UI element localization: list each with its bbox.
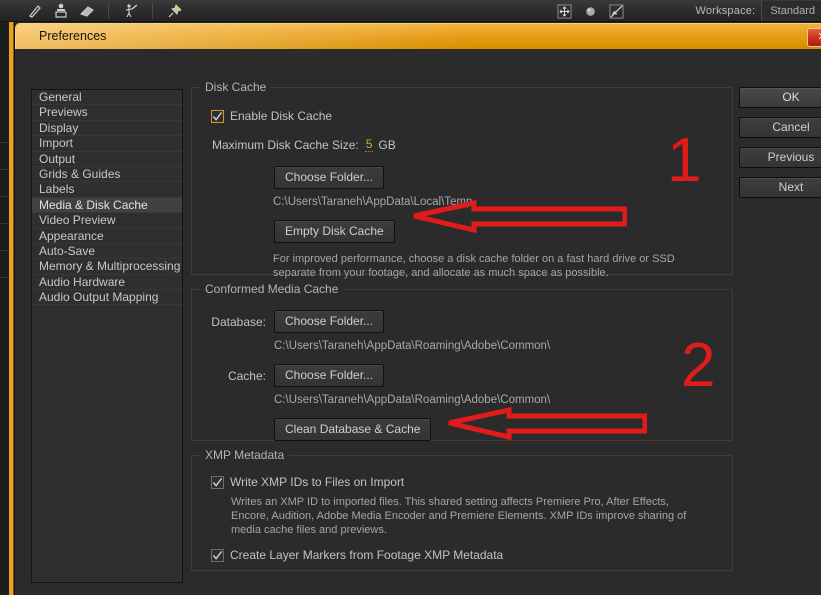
sidebar-item-video-preview[interactable]: Video Preview: [32, 213, 182, 229]
database-row: Database: Choose Folder...: [204, 310, 720, 333]
sidebar-empty-area: [32, 305, 182, 576]
next-button[interactable]: Next: [739, 177, 821, 198]
sphere-icon[interactable]: [582, 3, 599, 20]
workspace-control[interactable]: Workspace: Standard: [695, 0, 821, 22]
cache-row: Cache: Choose Folder...: [204, 364, 720, 387]
close-icon[interactable]: ✕: [807, 28, 821, 47]
enable-disk-cache-label: Enable Disk Cache: [230, 109, 333, 123]
sidebar-item-import[interactable]: Import: [32, 136, 182, 152]
sidebar-item-general[interactable]: General: [32, 90, 182, 106]
database-label: Database:: [211, 314, 266, 329]
cancel-button[interactable]: Cancel: [739, 117, 821, 138]
ok-button[interactable]: OK: [739, 87, 821, 108]
screen: Workspace: Standard Preferences ✕ Genera…: [0, 0, 821, 595]
sidebar-item-media-disk-cache[interactable]: Media & Disk Cache: [32, 197, 182, 214]
write-xmp-ids-label: Write XMP IDs to Files on Import: [230, 475, 405, 489]
workspace-value[interactable]: Standard: [761, 1, 821, 21]
disk-cache-group-title: Disk Cache: [200, 80, 272, 94]
cache-choose-folder-button[interactable]: Choose Folder...: [274, 364, 385, 387]
preferences-content: Disk Cache Enable Disk Cache Maximum Dis…: [191, 80, 733, 585]
toolbar-separator-2: [152, 3, 153, 19]
disk-cache-choose-folder-button[interactable]: Choose Folder...: [274, 166, 385, 189]
eraser-icon[interactable]: [78, 3, 95, 20]
preferences-category-list[interactable]: General Previews Display Import Output Grids …: [31, 89, 183, 583]
create-layer-markers-checkbox[interactable]: [211, 548, 224, 562]
create-layer-markers-row[interactable]: Create Layer Markers from Footage XMP Me…: [211, 548, 720, 562]
pin-icon[interactable]: [166, 3, 183, 20]
sidebar-item-grids-guides[interactable]: Grids & Guides: [32, 167, 182, 183]
write-xmp-ids-hint: Writes an XMP ID to imported files. This…: [231, 496, 687, 536]
no-image-icon[interactable]: [608, 3, 625, 20]
toolbar-icon-group: [26, 0, 183, 22]
create-layer-markers-label: Create Layer Markers from Footage XMP Me…: [230, 548, 504, 562]
page-title: Preferences: [39, 29, 107, 43]
empty-disk-cache-button[interactable]: Empty Disk Cache: [274, 220, 395, 243]
disk-cache-folder-block: Choose Folder... C:\Users\Taraneh\AppDat…: [273, 166, 720, 280]
pen-tool-icon[interactable]: [26, 3, 43, 20]
application-toolbar: Workspace: Standard: [0, 0, 821, 22]
write-xmp-ids-row[interactable]: Write XMP IDs to Files on Import: [211, 475, 720, 489]
app-left-strip: [0, 22, 9, 595]
max-disk-cache-size-unit: GB: [378, 137, 396, 152]
disk-cache-hint: For improved performance, choose a disk …: [273, 253, 675, 279]
sidebar-item-audio-hardware[interactable]: Audio Hardware: [32, 275, 182, 291]
max-disk-cache-size-input[interactable]: 5: [364, 137, 374, 152]
preferences-titlebar[interactable]: Preferences ✕: [15, 23, 821, 49]
cache-label: Cache:: [227, 368, 266, 383]
workspace-label: Workspace:: [695, 5, 756, 17]
enable-disk-cache-row[interactable]: Enable Disk Cache: [211, 109, 720, 123]
sidebar-item-display[interactable]: Display: [32, 121, 182, 137]
brush-person-icon[interactable]: [122, 3, 139, 20]
cache-path: C:\Users\Taraneh\AppData\Roaming\Adobe\C…: [274, 394, 551, 406]
sidebar-item-labels[interactable]: Labels: [32, 182, 182, 198]
dialog-action-buttons: OK Cancel Previous Next: [739, 87, 821, 207]
disk-cache-folder-path: C:\Users\Taraneh\AppData\Local\Temp: [273, 196, 473, 208]
clone-stamp-icon[interactable]: [52, 3, 69, 20]
sidebar-item-output[interactable]: Output: [32, 152, 182, 167]
database-path: C:\Users\Taraneh\AppData\Roaming\Adobe\C…: [274, 340, 551, 352]
max-disk-cache-size-label: Maximum Disk Cache Size:: [212, 137, 359, 152]
disk-cache-group: Disk Cache Enable Disk Cache Maximum Dis…: [191, 80, 733, 279]
toolbar-view-group: [556, 0, 625, 22]
preferences-dialog: Preferences ✕ GeneralPreviewsDisplayImpo…: [14, 23, 821, 595]
xmp-metadata-group: XMP Metadata Write XMP IDs to Files on I…: [191, 448, 733, 571]
previous-button[interactable]: Previous: [739, 147, 821, 168]
sidebar-item-audio-output-mapping[interactable]: Audio Output Mapping: [32, 290, 182, 306]
sidebar-item-auto-save[interactable]: Auto-Save: [32, 244, 182, 260]
max-disk-cache-size-row: Maximum Disk Cache Size: 5 GB: [212, 137, 720, 152]
sidebar-item-appearance[interactable]: Appearance: [32, 229, 182, 244]
clean-database-cache-button[interactable]: Clean Database & Cache: [274, 418, 432, 441]
database-choose-folder-button[interactable]: Choose Folder...: [274, 310, 385, 333]
sidebar-item-previews[interactable]: Previews: [32, 105, 182, 121]
app-left-rows: [0, 142, 9, 342]
write-xmp-ids-checkbox[interactable]: [211, 475, 224, 489]
sidebar-item-memory-multiprocessing[interactable]: Memory & Multiprocessing: [32, 259, 182, 275]
enable-disk-cache-checkbox[interactable]: [211, 109, 224, 123]
move-icon[interactable]: [556, 3, 573, 20]
xmp-metadata-group-title: XMP Metadata: [200, 448, 290, 462]
conformed-media-cache-group: Conformed Media Cache Database: Choose F…: [191, 282, 733, 441]
conformed-media-cache-group-title: Conformed Media Cache: [200, 282, 344, 296]
toolbar-separator: [108, 3, 109, 19]
preferences-body: General Previews Display Import Output Grids …: [15, 49, 821, 595]
